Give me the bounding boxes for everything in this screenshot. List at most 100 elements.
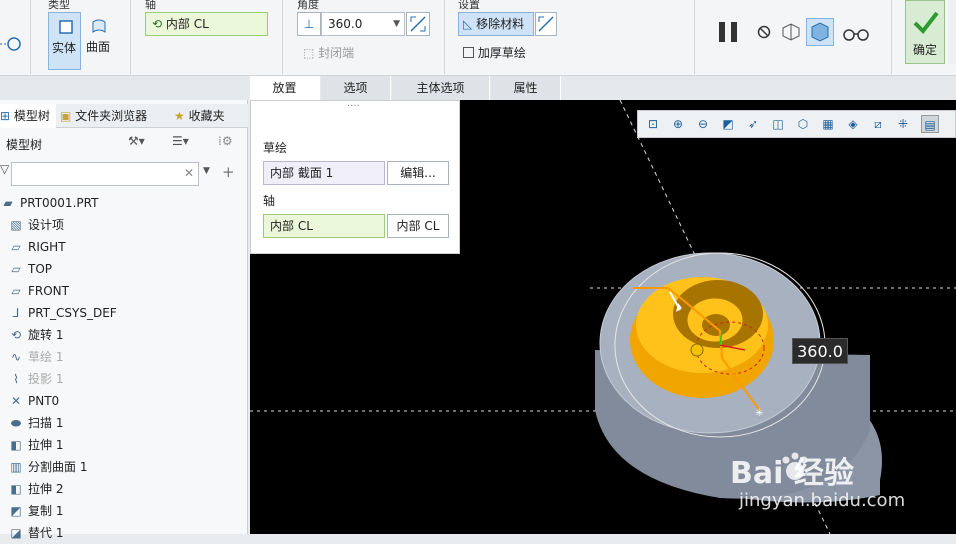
remove-material-icon: ◺ (463, 17, 473, 31)
tree-filter-icon[interactable]: ⁞⚙ (218, 134, 233, 148)
folder-icon: ▣ (60, 109, 72, 123)
repaint-icon[interactable]: ◩ (719, 115, 737, 133)
tree-item[interactable]: ▧ 设计项 (8, 214, 64, 236)
tab-placement[interactable]: 放置 (250, 76, 320, 100)
reorient-icon[interactable]: ➶ (744, 115, 762, 133)
tree-item-label: 复制 1 (28, 504, 64, 518)
surface-label: 曲面 (86, 40, 111, 54)
add-filter-icon[interactable]: + (222, 163, 235, 181)
watermark-logo: Bai 经验 (730, 456, 854, 491)
placement-panel: ···· 草绘 内部 截面 1 编辑... 轴 内部 CL 内部 CL (250, 100, 460, 254)
tree-settings-icon[interactable]: ⚒▾ (128, 134, 145, 148)
tree-item[interactable]: ◩ 复制 1 (8, 500, 63, 522)
thicken-sketch-checkbox[interactable]: 加厚草绘 (463, 44, 526, 61)
tree-item-label: 拉伸 2 (28, 482, 64, 496)
type-group-title: 类型 (48, 0, 70, 11)
sketch-collector[interactable]: 内部 截面 1 (263, 161, 385, 185)
angle-drag-label[interactable]: 360.0 (792, 338, 848, 364)
datum-display-icon[interactable]: ⁜ (894, 115, 912, 133)
tab-folder-browser[interactable]: ▣ 文件夹浏览器 (60, 104, 147, 128)
close-ends-checkbox[interactable]: ⬚ 封闭端 (303, 44, 354, 61)
tab-favorites[interactable]: ★ 收藏夹 (174, 104, 225, 128)
tree-item[interactable]: ✕ PNT0 (8, 390, 59, 412)
tab-body-options[interactable]: 主体选项 (392, 76, 490, 100)
cancel-button-edge[interactable] (948, 0, 956, 64)
axis-field-value: 内部 CL (165, 17, 209, 31)
flip-angle-button[interactable] (406, 12, 430, 36)
tree-item[interactable]: ⅃ PRT_CSYS_DEF (8, 302, 117, 324)
pause-button[interactable] (717, 20, 741, 44)
tree-item-label: TOP (28, 262, 53, 276)
angle-type-button[interactable]: ⊥ (297, 12, 321, 36)
annotation-display-icon[interactable]: ▤ (921, 115, 939, 133)
tree-item[interactable]: ⌇ 投影 1 (8, 368, 63, 390)
saved-orientations-icon[interactable]: ⬡ (794, 115, 812, 133)
surface-icon (92, 19, 106, 33)
no-preview-button[interactable] (756, 24, 772, 40)
flip-material-button[interactable] (535, 12, 557, 36)
verify-button[interactable] (842, 24, 870, 42)
axis-group-title: 轴 (145, 0, 156, 11)
extrude-icon: ◧ (10, 482, 22, 496)
section-icon[interactable]: ⧄ (869, 115, 887, 133)
tree-item-label: 扫描 1 (28, 416, 64, 430)
axis-section-label: 轴 (263, 194, 276, 208)
perspective-icon[interactable]: ◈ (844, 115, 862, 133)
flip-arrows-icon (410, 16, 426, 32)
shaded-preview-icon (811, 22, 829, 42)
tree-item[interactable]: ◧ 拉伸 1 (8, 434, 63, 456)
internal-cl-button[interactable]: 内部 CL (387, 214, 449, 238)
chevron-down-icon[interactable]: ▼ (393, 13, 400, 35)
edit-sketch-button[interactable]: 编辑... (387, 161, 449, 185)
axis-field[interactable]: ⟲ 内部 CL (145, 12, 268, 36)
axis-field-icon: ⟲ (152, 17, 163, 31)
tree-item-label: PRT_CSYS_DEF (28, 306, 117, 320)
tree-item[interactable]: ⬬ 扫描 1 (8, 412, 64, 434)
show-icon[interactable]: ☰▾ (172, 134, 189, 148)
attached-preview-button[interactable] (780, 22, 802, 42)
tab-properties[interactable]: 属性 (491, 76, 561, 100)
tree-item[interactable]: ⟲ 旋转 1 (8, 324, 63, 346)
drag-handle-icon[interactable]: ···· (347, 101, 360, 112)
no-preview-icon (757, 25, 771, 39)
solid-button[interactable]: 实体 (48, 12, 81, 70)
tree-item[interactable]: ▱ RIGHT (8, 236, 66, 258)
tree-item[interactable]: ▥ 分割曲面 1 (8, 456, 87, 478)
tree-item[interactable]: ▱ TOP (8, 258, 52, 280)
sketch-section-label: 草绘 (263, 141, 288, 155)
surface-button[interactable]: 曲面 (83, 12, 115, 70)
tab-model-tree-label: 模型树 (13, 109, 50, 123)
remove-material-button[interactable]: ◺ 移除材料 (458, 12, 534, 36)
tree-item[interactable]: ◧ 拉伸 2 (8, 478, 63, 500)
axis-collector[interactable]: 内部 CL (263, 214, 385, 238)
favorites-icon: ★ (174, 109, 185, 123)
pause-icon (719, 22, 737, 42)
detached-preview-button[interactable] (806, 18, 834, 46)
tab-model-tree[interactable]: ⊞ 模型树 (0, 104, 56, 128)
tree-item[interactable]: ▱ FRONT (8, 280, 69, 302)
tree-search-input[interactable] (11, 162, 199, 186)
tree-item[interactable]: ▰ PRT0001.PRT (0, 192, 98, 214)
angle-input-value: 360.0 (328, 17, 363, 31)
revolve-icon: ⟲ (10, 328, 22, 342)
axis-marker-icon: ✳ (755, 408, 763, 419)
sweep-icon: ⬬ (10, 416, 22, 430)
search-dropdown-icon[interactable]: ▼ (203, 166, 210, 176)
view-manager-icon[interactable]: ▦ (819, 115, 837, 133)
projection-icon: ⌇ (13, 372, 19, 386)
zoom-in-icon[interactable]: ⊕ (669, 115, 687, 133)
tree-item[interactable]: ◪ 替代 1 (8, 522, 63, 544)
view-toolbar: ⊡ ⊕ ⊖ ◩ ➶ ◫ ⬡ ▦ ◈ ⧄ ⁜ ▤ (637, 110, 956, 138)
tree-item[interactable]: ∿ 草绘 1 (8, 346, 63, 368)
ok-button[interactable]: 确定 (905, 0, 945, 64)
filter-icon[interactable]: ▽ (0, 162, 9, 176)
tab-options[interactable]: 选项 (321, 76, 391, 100)
tree-item-label: 替代 1 (28, 526, 64, 540)
angle-input[interactable]: 360.0 ▼ (321, 12, 405, 36)
zoom-out-icon[interactable]: ⊖ (694, 115, 712, 133)
refit-icon[interactable]: ⊡ (644, 115, 662, 133)
clear-search-icon[interactable]: ✕ (184, 166, 194, 180)
tree-item-label: RIGHT (28, 240, 66, 254)
revolve-tool-icon[interactable] (0, 30, 24, 54)
display-style-icon[interactable]: ◫ (769, 115, 787, 133)
